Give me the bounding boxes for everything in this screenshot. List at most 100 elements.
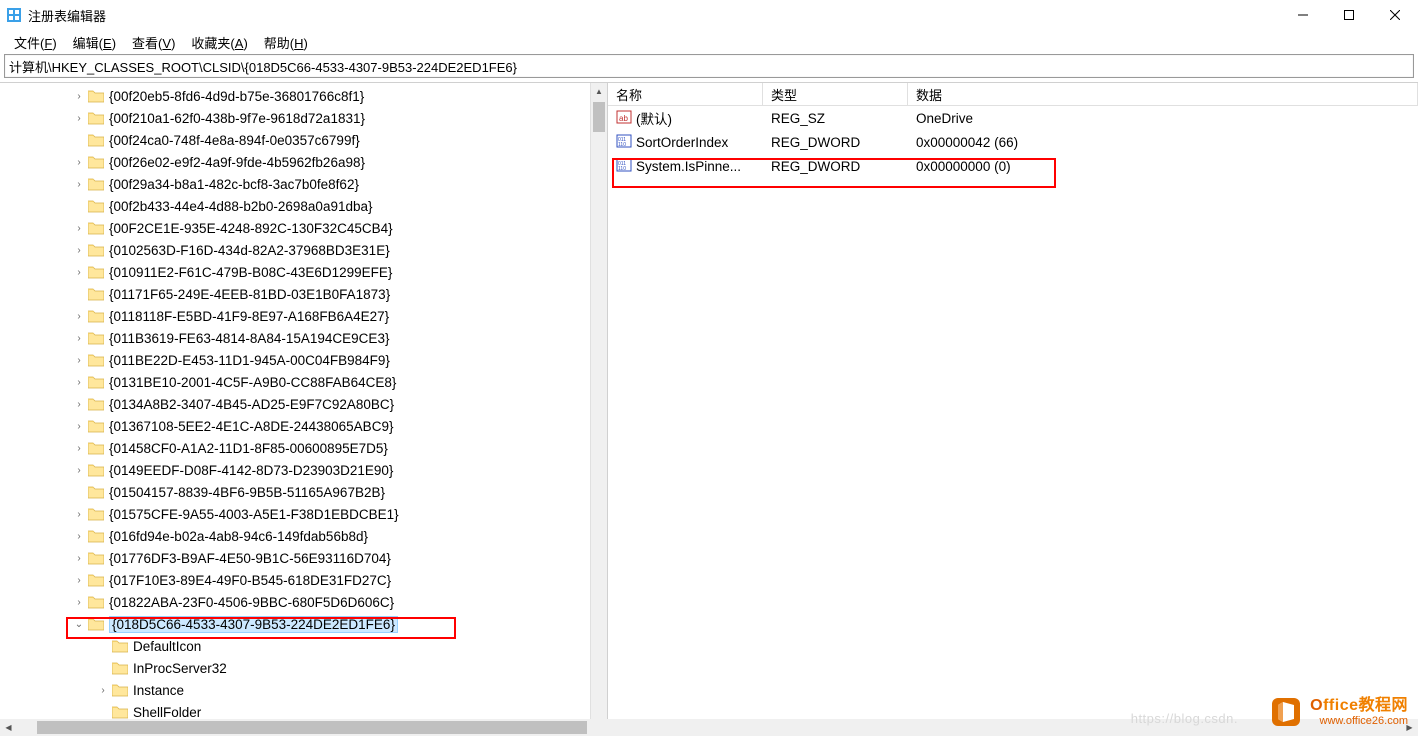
expander-icon[interactable]: › [72, 311, 86, 322]
tree-item[interactable]: {00f2b433-44e4-4d88-b2b0-2698a0a91dba} [0, 195, 607, 217]
expander-icon[interactable]: › [96, 685, 110, 696]
tree-item-label: {0134A8B2-3407-4B45-AD25-E9F7C92A80BC} [109, 397, 394, 412]
address-bar[interactable]: 计算机\HKEY_CLASSES_ROOT\CLSID\{018D5C66-45… [4, 54, 1414, 78]
expander-icon[interactable]: › [72, 267, 86, 278]
value-name: SortOrderIndex [636, 135, 728, 150]
scroll-left-button[interactable]: ◀ [0, 719, 17, 736]
tree-item-label: {0149EEDF-D08F-4142-8D73-D23903D21E90} [109, 463, 393, 478]
expander-icon[interactable]: ⌄ [72, 619, 86, 630]
expander-icon[interactable]: › [72, 553, 86, 564]
tree-item-label: ShellFolder [133, 705, 201, 720]
tree-item-label: {01575CFE-9A55-4003-A5E1-F38D1EBDCBE1} [109, 507, 399, 522]
tree-item-label: {01776DF3-B9AF-4E50-9B1C-56E93116D704} [109, 551, 391, 566]
tree-item[interactable]: › {00f29a34-b8a1-482c-bcf8-3ac7b0fe8f62} [0, 173, 607, 195]
tree-item-label: {00F2CE1E-935E-4248-892C-130F32C45CB4} [109, 221, 393, 236]
tree-item[interactable]: ›{01822ABA-23F0-4506-9BBC-680F5D6D606C} [0, 591, 607, 613]
tree-item[interactable]: › {01575CFE-9A55-4003-A5E1-F38D1EBDCBE1} [0, 503, 607, 525]
menu-favorites[interactable]: 收藏夹(A) [183, 31, 255, 54]
tree-item-label: {00f29a34-b8a1-482c-bcf8-3ac7b0fe8f62} [109, 177, 359, 192]
tree-item[interactable]: › {010911E2-F61C-479B-B08C-43E6D1299EFE} [0, 261, 607, 283]
expander-icon[interactable]: › [72, 509, 86, 520]
menu-file[interactable]: 文件(F) [6, 31, 65, 54]
tree-item[interactable]: ›{0131BE10-2001-4C5F-A9B0-CC88FAB64CE8} [0, 371, 607, 393]
tree-item[interactable]: ⌄{018D5C66-4533-4307-9B53-224DE2ED1FE6} [0, 613, 607, 635]
tree-item-label: {010911E2-F61C-479B-B08C-43E6D1299EFE} [109, 265, 392, 280]
string-value-icon: ab [616, 109, 632, 128]
expander-icon[interactable]: › [72, 355, 86, 366]
tree-vertical-scrollbar[interactable]: ▲ ▼ [590, 83, 607, 736]
expander-icon[interactable]: › [72, 443, 86, 454]
expander-icon[interactable]: › [72, 399, 86, 410]
tree-item[interactable]: {00f24ca0-748f-4e8a-894f-0e0357c6799f} [0, 129, 607, 151]
tree-item[interactable]: ›{01367108-5EE2-4E1C-A8DE-24438065ABC9} [0, 415, 607, 437]
tree-item[interactable]: ›{00f20eb5-8fd6-4d9d-b75e-36801766c8f1} [0, 85, 607, 107]
window-controls [1280, 0, 1418, 30]
tree-child-item[interactable]: DefaultIcon [0, 635, 607, 657]
tree-child-item[interactable]: ›Instance [0, 679, 607, 701]
tree-item[interactable]: › {01776DF3-B9AF-4E50-9B1C-56E93116D704} [0, 547, 607, 569]
expander-icon[interactable]: › [72, 333, 86, 344]
tree-item[interactable]: ›{01458CF0-A1A2-11D1-8F85-00600895E7D5} [0, 437, 607, 459]
value-row[interactable]: 011110SortOrderIndexREG_DWORD0x00000042 … [608, 130, 1418, 154]
tree-item[interactable]: {01171F65-249E-4EEB-81BD-03E1B0FA1873} [0, 283, 607, 305]
svg-text:110: 110 [618, 142, 626, 148]
expander-icon[interactable]: › [72, 465, 86, 476]
expander-icon[interactable]: › [72, 597, 86, 608]
tree-item-label: {011BE22D-E453-11D1-945A-00C04FB984F9} [109, 353, 390, 368]
tree-item[interactable]: › {00f26e02-e9f2-4a9f-9fde-4b5962fb26a98} [0, 151, 607, 173]
scroll-track[interactable] [591, 100, 607, 719]
tree-item[interactable]: {01504157-8839-4BF6-9B5B-51165A967B2B} [0, 481, 607, 503]
value-type: REG_DWORD [763, 135, 908, 150]
scroll-right-button[interactable]: ▶ [1401, 719, 1418, 736]
expander-icon[interactable]: › [72, 575, 86, 586]
expander-icon[interactable]: › [72, 157, 86, 168]
value-data: 0x00000000 (0) [908, 159, 1418, 174]
value-row[interactable]: ab(默认)REG_SZOneDrive [608, 106, 1418, 130]
hscroll-thumb[interactable] [37, 721, 587, 734]
tree-item[interactable]: › {00F2CE1E-935E-4248-892C-130F32C45CB4} [0, 217, 607, 239]
column-header-name[interactable]: 名称 [608, 83, 763, 105]
tree-item-label: {00f26e02-e9f2-4a9f-9fde-4b5962fb26a98} [109, 155, 365, 170]
tree-item[interactable]: ›{016fd94e-b02a-4ab8-94c6-149fdab56b8d} [0, 525, 607, 547]
minimize-button[interactable] [1280, 0, 1326, 30]
tree-item[interactable]: ›{0118118F-E5BD-41F9-8E97-A168FB6A4E27} [0, 305, 607, 327]
value-data: OneDrive [908, 111, 1418, 126]
maximize-button[interactable] [1326, 0, 1372, 30]
expander-icon[interactable]: › [72, 179, 86, 190]
hscroll-track[interactable] [17, 719, 1401, 736]
expander-icon[interactable]: › [72, 245, 86, 256]
tree-item[interactable]: › {011BE22D-E453-11D1-945A-00C04FB984F9} [0, 349, 607, 371]
column-header-data[interactable]: 数据 [908, 83, 1418, 105]
expander-icon[interactable]: › [72, 113, 86, 124]
tree-item[interactable]: › {00f210a1-62f0-438b-9f7e-9618d72a1831} [0, 107, 607, 129]
tree-item-label: {011B3619-FE63-4814-8A84-15A194CE9CE3} [109, 331, 389, 346]
column-header-type[interactable]: 类型 [763, 83, 908, 105]
values-header: 名称 类型 数据 [608, 83, 1418, 106]
tree-pane: ›{00f20eb5-8fd6-4d9d-b75e-36801766c8f1}›… [0, 83, 608, 736]
menu-help[interactable]: 帮助(H) [256, 31, 316, 54]
value-row[interactable]: 011110System.IsPinne...REG_DWORD0x000000… [608, 154, 1418, 178]
tree-item-label: {00f24ca0-748f-4e8a-894f-0e0357c6799f} [109, 133, 360, 148]
tree-item[interactable]: › {0134A8B2-3407-4B45-AD25-E9F7C92A80BC} [0, 393, 607, 415]
tree-child-item[interactable]: InProcServer32 [0, 657, 607, 679]
tree-item[interactable]: ›{0102563D-F16D-434d-82A2-37968BD3E31E} [0, 239, 607, 261]
expander-icon[interactable]: › [72, 421, 86, 432]
menu-view[interactable]: 查看(V) [124, 31, 183, 54]
binary-value-icon: 011110 [616, 157, 632, 176]
window-title: 注册表编辑器 [28, 6, 106, 25]
expander-icon[interactable]: › [72, 377, 86, 388]
close-button[interactable] [1372, 0, 1418, 30]
scroll-up-button[interactable]: ▲ [591, 83, 607, 100]
menu-edit[interactable]: 编辑(E) [65, 31, 124, 54]
scroll-thumb[interactable] [593, 102, 605, 132]
horizontal-scrollbar[interactable]: ◀ ▶ [0, 719, 1418, 736]
svg-text:ab: ab [619, 114, 628, 123]
tree-item[interactable]: › {011B3619-FE63-4814-8A84-15A194CE9CE3} [0, 327, 607, 349]
expander-icon[interactable]: › [72, 91, 86, 102]
tree-item-label: {00f210a1-62f0-438b-9f7e-9618d72a1831} [109, 111, 365, 126]
expander-icon[interactable]: › [72, 223, 86, 234]
expander-icon[interactable]: › [72, 531, 86, 542]
tree-item[interactable]: ›{017F10E3-89E4-49F0-B545-618DE31FD27C} [0, 569, 607, 591]
tree-item-label: {01171F65-249E-4EEB-81BD-03E1B0FA1873} [109, 287, 390, 302]
tree-item[interactable]: › {0149EEDF-D08F-4142-8D73-D23903D21E90} [0, 459, 607, 481]
